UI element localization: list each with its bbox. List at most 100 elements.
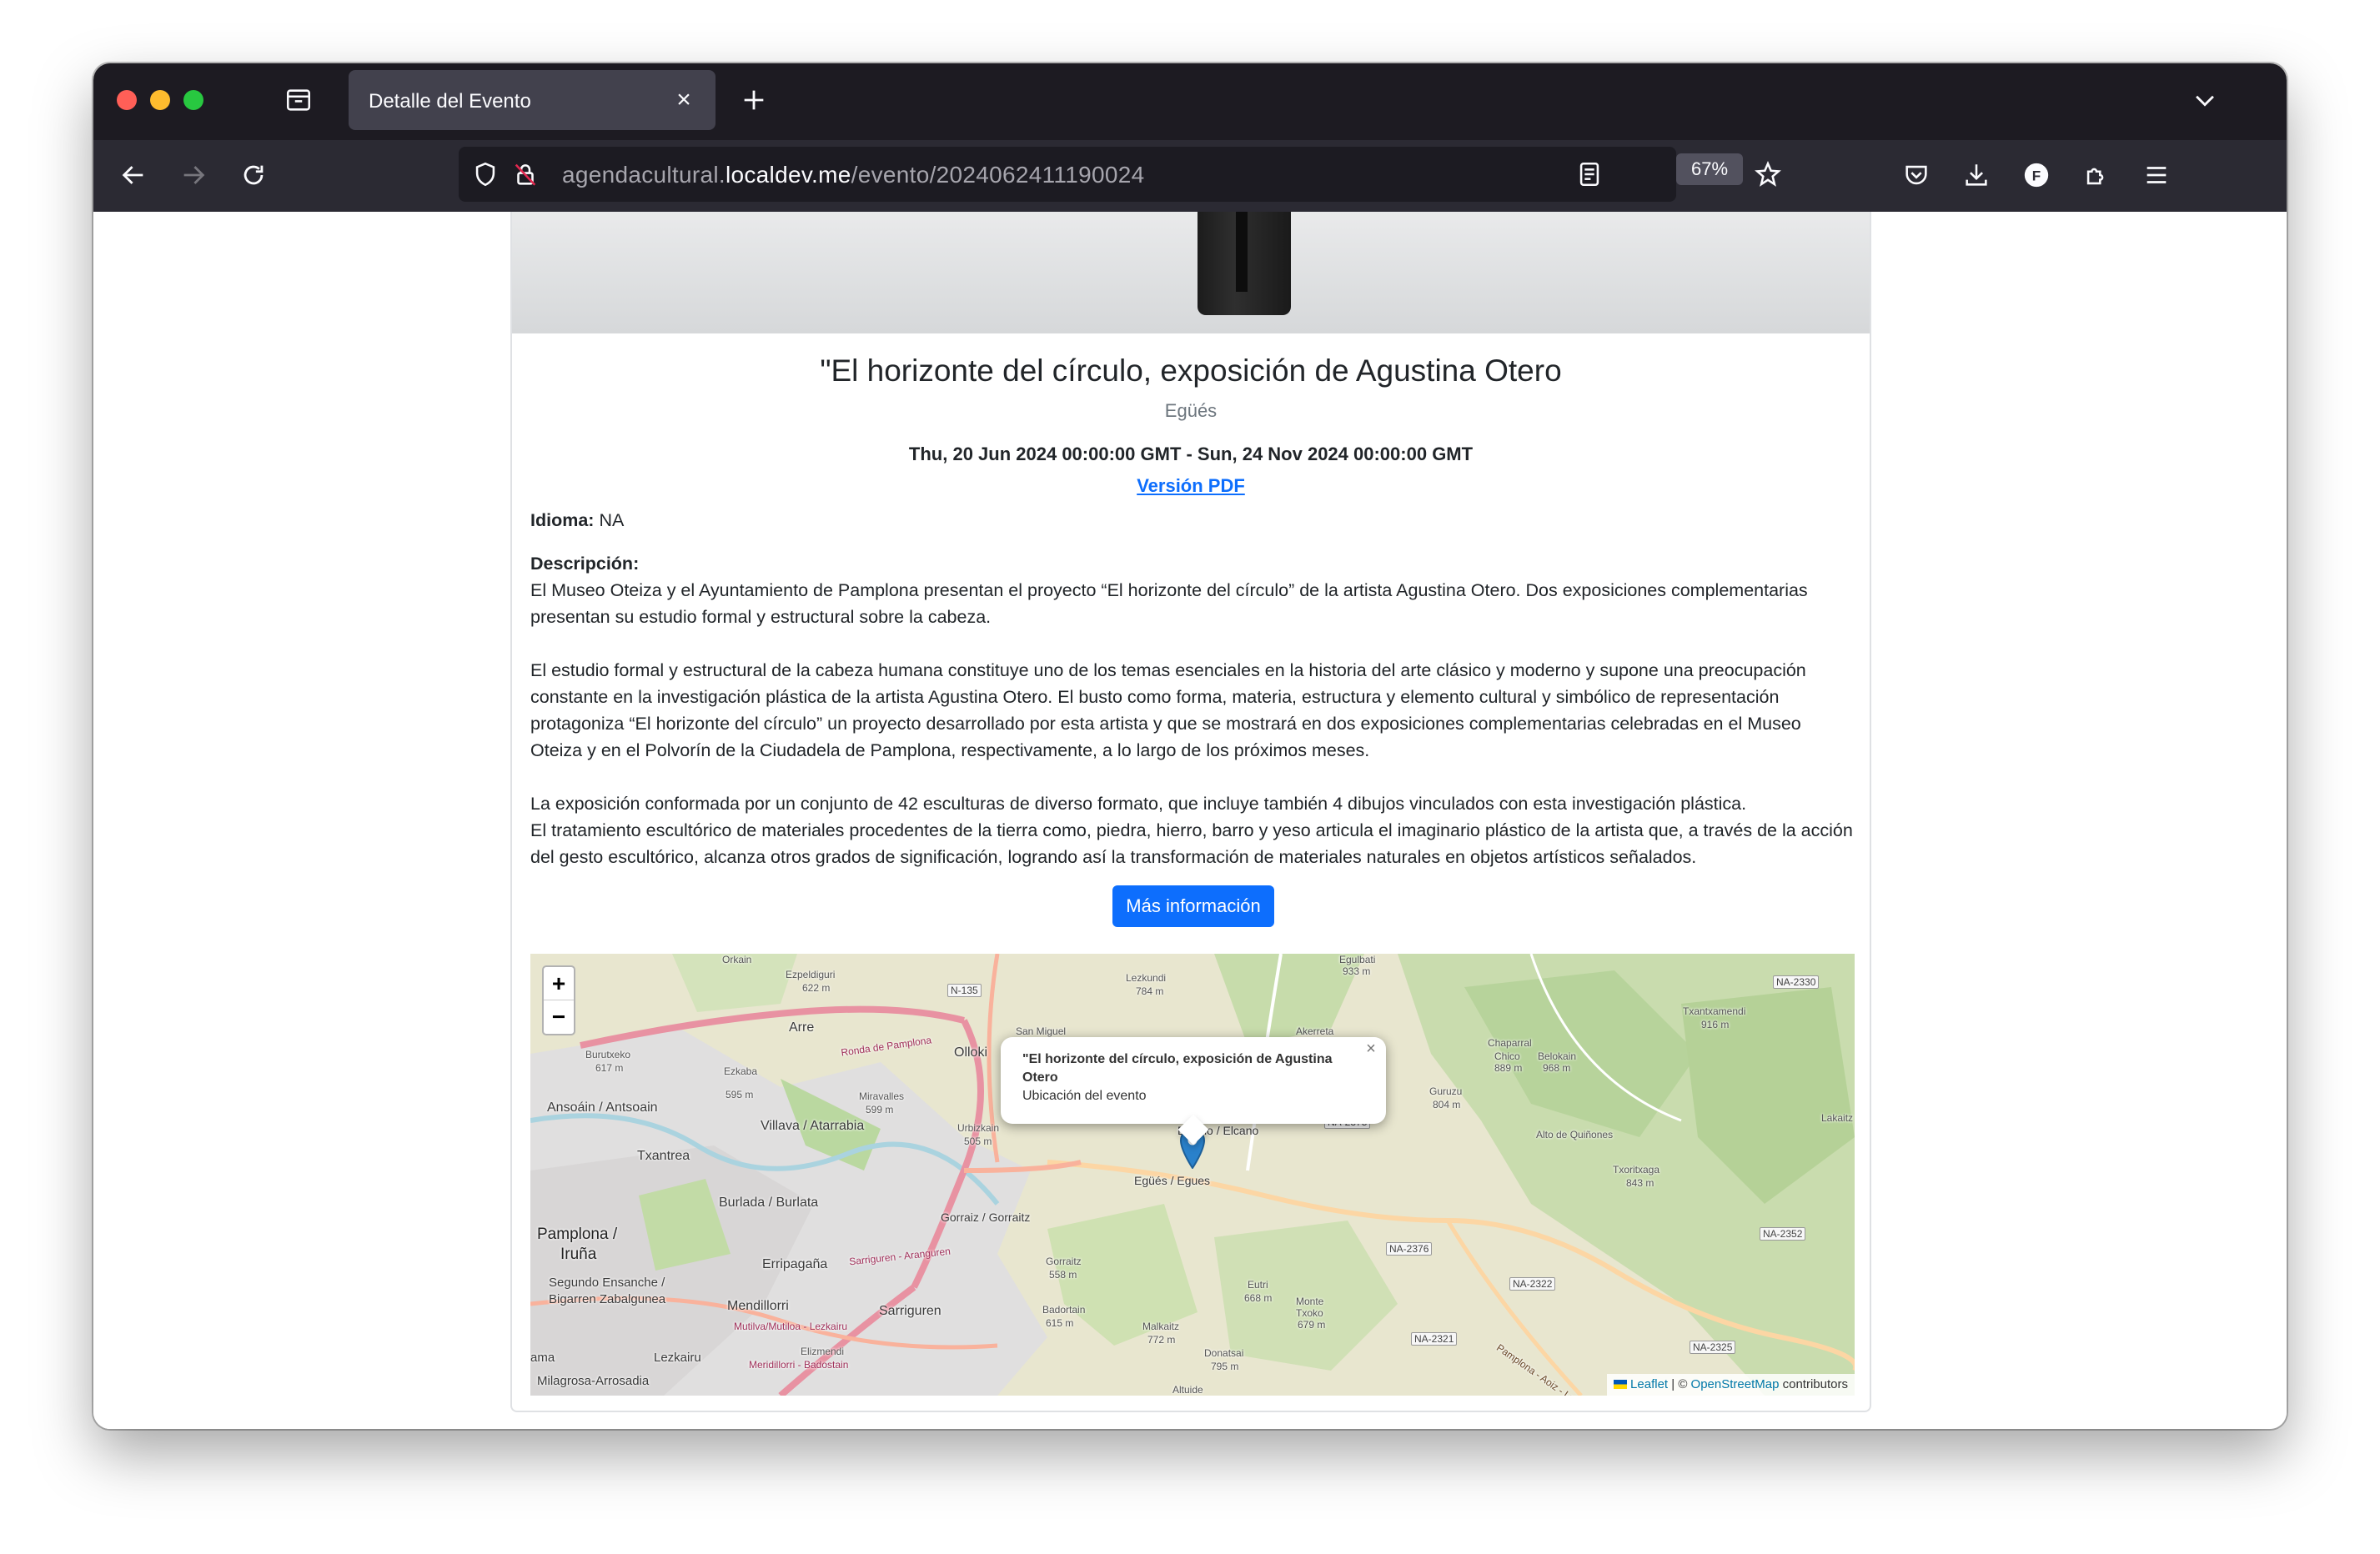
map-label: 558 m — [1049, 1269, 1077, 1281]
road-shield: NA-2376 — [1386, 1242, 1433, 1256]
map-label: Chaparral — [1488, 1037, 1532, 1049]
map-label: Arre — [789, 1020, 815, 1035]
account-avatar-icon[interactable]: F — [2018, 157, 2055, 193]
downloads-icon[interactable] — [1958, 157, 1995, 193]
map-label: 804 m — [1433, 1099, 1461, 1110]
zoom-out-button[interactable]: − — [544, 1000, 574, 1034]
description-paragraph-3b: El tratamiento escultórico de materiales… — [530, 820, 1853, 867]
event-map[interactable]: Orkain Ezpeldiguri 622 m N-135 Lezkundi … — [530, 954, 1855, 1396]
map-label: Sarriguren — [879, 1304, 941, 1318]
shield-icon[interactable] — [467, 156, 504, 193]
pdf-version-link-wrap: Versión PDF — [512, 475, 1870, 497]
map-label: Badortain — [1042, 1304, 1086, 1316]
map-label: Burutxeko — [585, 1049, 631, 1060]
url-text[interactable]: agendacultural.localdev.me/evento/202406… — [562, 162, 1144, 188]
road-shield: N-135 — [947, 984, 982, 997]
map-label: Txantrea — [637, 1149, 690, 1163]
map-label: Gorraitz — [1046, 1256, 1082, 1267]
map-label: 843 m — [1626, 1177, 1654, 1189]
close-tab-icon[interactable]: × — [667, 83, 700, 117]
map-label: 505 m — [964, 1135, 992, 1147]
navigation-toolbar: agendacultural.localdev.me/evento/202406… — [93, 140, 2287, 212]
leaflet-flag-icon — [1613, 1380, 1627, 1389]
sculpture-notch — [1236, 212, 1248, 292]
reader-view-icon[interactable] — [1571, 156, 1608, 193]
event-title: "El horizonte del círculo, exposición de… — [820, 353, 1562, 388]
map-label: Iruña — [560, 1246, 597, 1263]
map-label: Egüés / Egues — [1134, 1174, 1211, 1187]
zoom-window-button[interactable] — [183, 90, 203, 110]
map-label: Milagrosa-Arrosadia — [537, 1374, 650, 1388]
pdf-version-link[interactable]: Versión PDF — [1137, 475, 1245, 496]
event-image — [512, 212, 1870, 333]
map-label: Segundo Ensanche / — [549, 1276, 665, 1290]
desktop: Detalle del Evento × agendacultural.loca… — [0, 0, 2380, 1554]
map-label: Miravalles — [859, 1090, 905, 1102]
zoom-level-badge[interactable]: 67% — [1676, 153, 1743, 185]
map-label: 795 m — [1211, 1361, 1239, 1372]
browser-window: Detalle del Evento × agendacultural.loca… — [93, 63, 2287, 1429]
address-bar[interactable]: agendacultural.localdev.me/evento/202406… — [459, 147, 1781, 202]
minimize-window-button[interactable] — [150, 90, 170, 110]
event-dates: Thu, 20 Jun 2024 00:00:00 GMT - Sun, 24 … — [908, 444, 1474, 464]
map-label: 933 m — [1343, 965, 1371, 977]
popup-close-button[interactable]: × — [1361, 1039, 1381, 1059]
event-location: Egüés — [1164, 400, 1218, 421]
map-label: Burlada / Burlata — [719, 1196, 819, 1210]
map-label: Erripagaña — [762, 1257, 828, 1271]
map-label: 772 m — [1147, 1334, 1176, 1346]
map-label: Ezpeldiguri — [786, 969, 836, 980]
attribution-tail: contributors — [1779, 1377, 1848, 1391]
map-label: Meridillorri - Badostain — [749, 1359, 849, 1371]
map-attribution: Leaflet | © OpenStreetMap contributors — [1606, 1374, 1855, 1396]
map-label: Guruzu — [1429, 1085, 1463, 1097]
list-all-tabs-icon[interactable] — [2187, 82, 2223, 118]
insecure-lock-icon[interactable] — [507, 156, 544, 193]
pocket-icon[interactable] — [1898, 157, 1935, 193]
extensions-puzzle-icon[interactable] — [2078, 157, 2115, 193]
forward-arrow-icon[interactable] — [175, 157, 212, 193]
description-label: Descripción: — [530, 554, 640, 574]
tab-title: Detalle del Evento — [369, 90, 531, 113]
map-label: Lezkairu — [654, 1351, 701, 1365]
tab-detalle-del-evento[interactable]: Detalle del Evento × — [349, 70, 716, 130]
leaflet-link[interactable]: Leaflet — [1630, 1377, 1668, 1391]
map-label: Villava / Atarrabia — [761, 1119, 865, 1133]
description-paragraph-3a: La exposición conformada por un conjunto… — [530, 794, 1747, 814]
close-window-button[interactable] — [117, 90, 137, 110]
reload-icon[interactable] — [235, 157, 272, 193]
road-shield: NA-2352 — [1760, 1227, 1806, 1241]
map-label: 679 m — [1298, 1319, 1326, 1331]
map-label: Donatsai — [1204, 1347, 1244, 1359]
more-info-button[interactable]: Más información — [1112, 885, 1274, 927]
language-label: Idioma: — [530, 510, 595, 530]
map-label: Urbizkain — [957, 1122, 1000, 1134]
map-label: 617 m — [595, 1062, 624, 1074]
map-label: Belokain — [1538, 1050, 1577, 1062]
map-label: 599 m — [866, 1104, 894, 1115]
map-label: Txantxamendi — [1683, 1005, 1746, 1017]
map-label: Malkaitz — [1142, 1321, 1180, 1332]
map-label: Mendillorri — [727, 1299, 789, 1313]
map-zoom-control: + − — [542, 965, 575, 1035]
map-label: 622 m — [802, 982, 831, 994]
app-menu-icon[interactable] — [2138, 157, 2175, 193]
new-tab-icon[interactable] — [736, 82, 772, 118]
zoom-in-button[interactable]: + — [544, 967, 574, 1000]
attribution-separator: | © — [1668, 1377, 1691, 1391]
bookmark-star-icon[interactable] — [1750, 156, 1786, 193]
map-label: 916 m — [1701, 1019, 1730, 1030]
tab-manager-icon[interactable] — [280, 82, 317, 118]
map-label: 889 m — [1494, 1062, 1523, 1074]
description-paragraph-2: El estudio formal y estructural de la ca… — [530, 660, 1806, 760]
back-arrow-icon[interactable] — [115, 157, 152, 193]
map-label: 968 m — [1543, 1062, 1571, 1074]
popup-subtitle: Ubicación del evento — [1022, 1089, 1147, 1103]
openstreetmap-link[interactable]: OpenStreetMap — [1691, 1377, 1780, 1391]
popup-title: "El horizonte del círculo, exposición de… — [1022, 1052, 1333, 1085]
map-popup: "El horizonte del círculo, exposición de… — [1001, 1037, 1386, 1145]
map-label: 784 m — [1136, 985, 1164, 997]
map-label: 668 m — [1244, 1292, 1273, 1304]
map-label: 595 m — [726, 1089, 754, 1100]
map-label: ama — [530, 1351, 555, 1365]
